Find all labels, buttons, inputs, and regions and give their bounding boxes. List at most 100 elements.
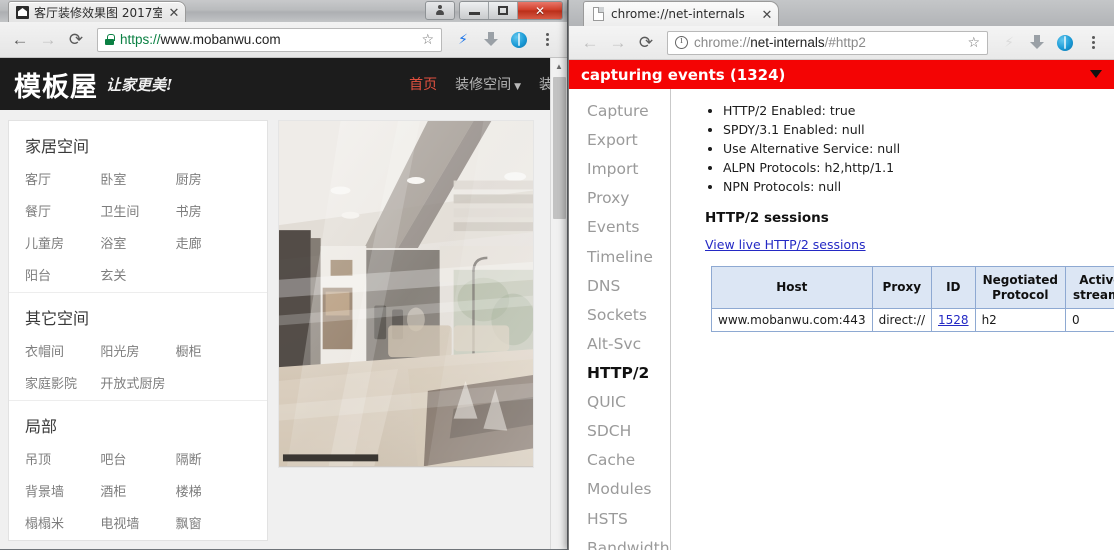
category-item[interactable]: 吊顶 <box>25 449 100 468</box>
category-panel: 家居空间 客厅 卧室 厨房 餐厅 卫生间 书房 儿童房 浴室 走廊 阳台 玄关 … <box>8 120 268 541</box>
category-item[interactable]: 厨房 <box>176 169 251 188</box>
category-item[interactable]: 隔断 <box>176 449 251 468</box>
reload-button[interactable]: ⟳ <box>633 30 659 56</box>
category-item[interactable]: 走廊 <box>176 233 251 252</box>
column-header-host[interactable]: Host <box>711 265 873 310</box>
lightning-bolt-icon[interactable]: ⚡ <box>450 27 476 53</box>
category-title: 其它空间 <box>25 309 90 328</box>
lock-icon <box>105 34 115 45</box>
sidebar-item-alt-svc[interactable]: Alt-Svc <box>569 330 670 359</box>
category-item[interactable]: 玄关 <box>100 265 175 284</box>
download-arrow-icon[interactable] <box>1024 30 1050 56</box>
back-button[interactable]: ← <box>577 30 603 56</box>
category-item[interactable]: 背景墙 <box>25 481 100 500</box>
sidebar-item-http2[interactable]: HTTP/2 <box>569 359 670 388</box>
table-row[interactable]: www.mobanwu.com:443 direct:// 1528 h2 0 … <box>711 308 1114 333</box>
category-item[interactable]: 衣帽间 <box>25 341 100 360</box>
sidebar-item-events[interactable]: Events <box>569 213 670 242</box>
column-header-negotiated-protocol[interactable]: Negotiated Protocol <box>974 265 1067 310</box>
kebab-menu-icon[interactable] <box>534 27 560 53</box>
category-item[interactable]: 家庭影院 <box>25 373 100 392</box>
capturing-events-banner[interactable]: capturing events (1324) <box>569 60 1114 89</box>
tab-close-icon[interactable]: ✕ <box>167 6 181 19</box>
category-item[interactable]: 橱柜 <box>176 341 251 360</box>
lightning-bolt-icon[interactable]: ⚡ <box>996 30 1022 56</box>
category-item[interactable]: 卧室 <box>100 169 175 188</box>
category-item[interactable]: 儿童房 <box>25 233 100 252</box>
category-item[interactable]: 楼梯 <box>176 481 251 500</box>
left-window-controls: ✕ <box>425 1 563 20</box>
category-item[interactable]: 吧台 <box>100 449 175 468</box>
category-item[interactable]: 客厅 <box>25 169 100 188</box>
category-item[interactable]: 餐厅 <box>25 201 100 220</box>
globe-extension-icon[interactable] <box>1052 30 1078 56</box>
tab-close-icon[interactable]: ✕ <box>760 8 774 21</box>
minimize-button[interactable] <box>460 2 489 19</box>
forward-button[interactable]: → <box>605 30 631 56</box>
view-live-sessions-link[interactable]: View live HTTP/2 sessions <box>705 237 866 252</box>
page-viewport: 模板屋 让家更美! 首页 装修空间 ▼ 装 家居空间 客厅 卧室 厨房 餐厅 卫… <box>0 58 567 549</box>
chevron-down-icon[interactable] <box>1090 70 1102 78</box>
address-bar[interactable]: https://www.mobanwu.com ☆ <box>97 27 442 52</box>
category-item[interactable]: 榻榻米 <box>25 513 100 532</box>
reload-button[interactable]: ⟳ <box>63 27 89 53</box>
category-item[interactable]: 卫生间 <box>100 201 175 220</box>
sidebar-item-modules[interactable]: Modules <box>569 475 670 504</box>
sidebar-item-hsts[interactable]: HSTS <box>569 505 670 534</box>
living-room-interior-photo[interactable] <box>278 120 534 468</box>
category-grid: 客厅 卧室 厨房 餐厅 卫生间 书房 儿童房 浴室 走廊 阳台 玄关 <box>25 169 251 284</box>
back-button[interactable]: ← <box>7 27 33 53</box>
cell-id[interactable]: 1528 <box>931 308 976 333</box>
site-brand[interactable]: 模板屋 <box>14 65 98 104</box>
category-item[interactable]: 酒柜 <box>100 481 175 500</box>
chevron-down-icon: ▼ <box>514 82 521 92</box>
category-item[interactable]: 开放式厨房 <box>100 373 175 392</box>
sidebar-item-capture[interactable]: Capture <box>569 97 670 126</box>
page-scrollbar[interactable]: ▲ <box>550 58 567 549</box>
column-header-active-streams[interactable]: Active streams <box>1065 265 1114 310</box>
scrollbar-thumb[interactable] <box>553 77 566 219</box>
sidebar-item-import[interactable]: Import <box>569 155 670 184</box>
new-tab-button[interactable] <box>183 4 223 22</box>
bookmark-star-icon[interactable]: ☆ <box>967 34 980 51</box>
bookmark-star-icon[interactable]: ☆ <box>421 31 434 48</box>
category-item[interactable]: 阳光房 <box>100 341 175 360</box>
session-id-link[interactable]: 1528 <box>938 313 969 327</box>
sidebar-item-quic[interactable]: QUIC <box>569 388 670 417</box>
sidebar-item-sockets[interactable]: Sockets <box>569 301 670 330</box>
address-bar[interactable]: chrome://net-internals/#http2 ☆ <box>667 30 988 55</box>
tab-net-internals[interactable]: chrome://net-internals ✕ <box>583 1 779 26</box>
sidebar-item-timeline[interactable]: Timeline <box>569 243 670 272</box>
sidebar-item-sdch[interactable]: SDCH <box>569 417 670 446</box>
site-nav: 首页 装修空间 ▼ 装 <box>409 58 555 110</box>
status-list-item: ALPN Protocols: h2,http/1.1 <box>723 158 1114 177</box>
table-body: www.mobanwu.com:443 direct:// 1528 h2 0 … <box>711 308 1114 333</box>
kebab-menu-icon[interactable] <box>1080 30 1106 56</box>
sidebar-item-export[interactable]: Export <box>569 126 670 155</box>
nav-item-spaces[interactable]: 装修空间 ▼ <box>455 74 521 94</box>
forward-button[interactable]: → <box>35 27 61 53</box>
scroll-up-arrow-icon[interactable]: ▲ <box>551 58 567 75</box>
sidebar-item-dns[interactable]: DNS <box>569 272 670 301</box>
nav-item-spaces-label: 装修空间 <box>455 77 512 93</box>
category-item[interactable]: 书房 <box>176 201 251 220</box>
new-tab-button[interactable] <box>775 5 821 26</box>
column-header-proxy[interactable]: Proxy <box>871 265 933 310</box>
minimize-icon <box>468 12 480 15</box>
close-button[interactable]: ✕ <box>518 2 562 19</box>
tab-mobanwu[interactable]: 客厅装修效果图 2017室 ✕ <box>8 1 186 22</box>
sidebar-item-proxy[interactable]: Proxy <box>569 184 670 213</box>
column-header-id[interactable]: ID <box>931 265 976 310</box>
download-arrow-icon[interactable] <box>478 27 504 53</box>
category-item[interactable]: 电视墙 <box>100 513 175 532</box>
category-item[interactable]: 阳台 <box>25 265 100 284</box>
left-window-titlebar: 客厅装修效果图 2017室 ✕ ✕ <box>0 0 567 22</box>
category-item[interactable]: 飘窗 <box>176 513 251 532</box>
maximize-button[interactable] <box>489 2 518 19</box>
sidebar-item-cache[interactable]: Cache <box>569 446 670 475</box>
sidebar-item-bandwidth[interactable]: Bandwidth <box>569 534 670 550</box>
globe-extension-icon[interactable] <box>506 27 532 53</box>
user-profile-button[interactable] <box>425 1 455 20</box>
nav-item-home[interactable]: 首页 <box>409 74 437 94</box>
category-item[interactable]: 浴室 <box>100 233 175 252</box>
